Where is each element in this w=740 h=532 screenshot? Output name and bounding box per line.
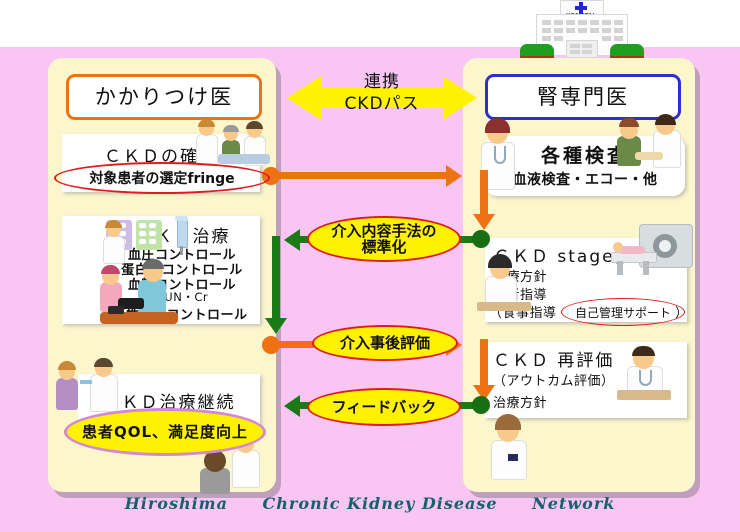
center-collaboration-arrow: 連携 CKDパス — [287, 70, 477, 126]
clipart-doctor-clipboard — [613, 346, 677, 402]
connector-4-label-oval: フィードバック — [307, 388, 461, 426]
connector-3-label-oval: 介入事後評価 — [312, 325, 458, 361]
connector-2-label-oval: 介入内容手法の 標準化 — [307, 216, 461, 262]
hospital-building-icon: HOSPITAL — [506, 0, 656, 62]
clipart-injection-scene — [54, 358, 122, 412]
right-panel-header: 腎専門医 — [485, 74, 681, 120]
clipart-syringe — [173, 216, 191, 256]
connector-2-arrowhead — [284, 229, 300, 251]
left-annotation-patient-selection: 対象患者の選定fringe — [54, 162, 270, 194]
diagram-canvas: HOSPITAL かかりつけ医 ＣＫＤの確認 対象患者の選定 — [0, 0, 740, 532]
connector-2-origin-dot — [472, 230, 490, 248]
clipart-ct-scanner — [611, 224, 693, 276]
clipart-echo-exam — [615, 114, 687, 168]
left-annotation-patient-qol: 患者QOL、満足度向上 — [64, 408, 266, 456]
right-panel-nephrologist: 腎専門医 各種検査 血液検査・エコー・他 ＣＫＤ stage診断 治療方針 患者… — [463, 58, 695, 492]
connector-1-arrowhead — [446, 165, 462, 187]
footer-word-3: Network — [532, 494, 616, 513]
connector-3-origin-dot — [262, 336, 280, 354]
connector-2-down-arrowhead — [265, 318, 287, 334]
clipart-female-doctor-desk — [477, 254, 531, 312]
clipart-blood-pressure-check — [100, 254, 178, 324]
left-panel-primary-care: かかりつけ医 ＣＫＤの確認 対象患者の選定fringe ＣＫＤ治療 血圧コントロ… — [48, 58, 276, 494]
connector-2-down-line — [272, 236, 280, 320]
right-annotation-self-management-support: 自己管理サポート — [561, 298, 685, 326]
connector-1-down-line — [480, 170, 488, 216]
connector-4-arrowhead — [284, 395, 300, 417]
connector-4-origin-dot — [472, 396, 490, 414]
clipart-doctor-left — [100, 220, 126, 264]
clipart-doctor-patients — [190, 118, 270, 166]
center-arrow-label: 連携 CKDパス — [344, 72, 420, 114]
left-panel-header: かかりつけ医 — [66, 74, 262, 120]
connector-3-down-line — [480, 339, 488, 387]
connector-1-down-arrowhead — [473, 214, 495, 230]
footer-word-2: Chronic Kidney Disease — [262, 494, 498, 513]
footer-caption: Hiroshima Chronic Kidney Disease Network — [0, 494, 740, 532]
clipart-female-doctor-bottom — [483, 414, 535, 480]
footer-word-1: Hiroshima — [124, 494, 228, 513]
connector-1-line — [270, 172, 448, 179]
